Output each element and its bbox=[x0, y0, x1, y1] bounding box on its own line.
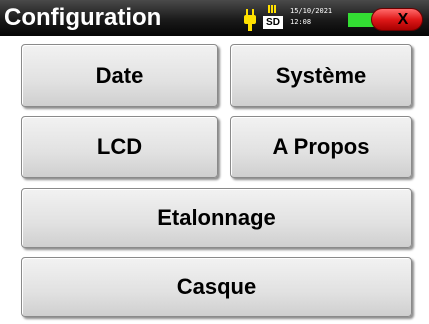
date-button-label: Date bbox=[95, 62, 144, 88]
time-text: 12:08 bbox=[290, 18, 312, 26]
etalonnage-button[interactable]: Etalonnage bbox=[21, 188, 412, 248]
datetime: 15/10/2021 12:08 bbox=[290, 6, 332, 28]
systeme-button-label: Système bbox=[275, 62, 367, 88]
a-propos-button-label: A Propos bbox=[272, 134, 370, 159]
page-title: Configuration bbox=[4, 4, 162, 31]
date-button[interactable]: Date bbox=[21, 44, 218, 107]
lcd-button-label: LCD bbox=[96, 134, 143, 159]
date-text: 15/10/2021 bbox=[290, 7, 333, 15]
configuration-screen: Configuration SD 15/10/2021 12:08 X Date… bbox=[0, 0, 429, 324]
casque-button[interactable]: Casque bbox=[21, 257, 412, 317]
etalonnage-button-label: Etalonnage bbox=[157, 205, 276, 230]
sd-card-icon: SD bbox=[262, 5, 284, 31]
casque-button-label: Casque bbox=[176, 274, 257, 299]
sd-label: SD bbox=[263, 16, 283, 29]
systeme-button[interactable]: Système bbox=[230, 44, 412, 107]
title-bar: Configuration SD 15/10/2021 12:08 X bbox=[0, 0, 429, 36]
close-label: X bbox=[397, 11, 409, 28]
lcd-button[interactable]: LCD bbox=[21, 116, 218, 178]
close-button[interactable]: X bbox=[371, 8, 423, 31]
plug-icon bbox=[244, 9, 256, 31]
a-propos-button[interactable]: A Propos bbox=[230, 116, 412, 178]
